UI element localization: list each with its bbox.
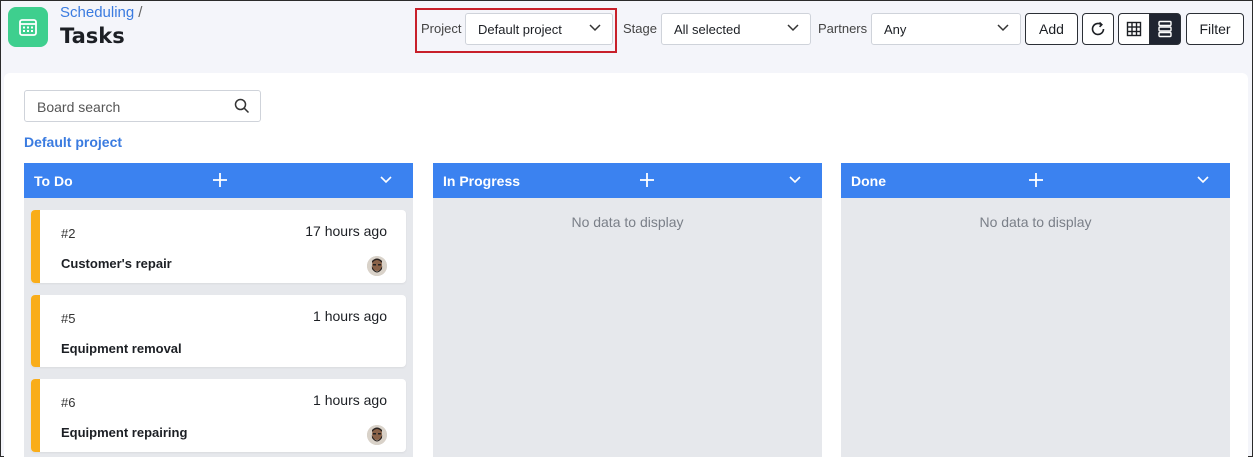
stage-select[interactable]: All selected <box>661 13 811 45</box>
column-title: Done <box>851 173 886 189</box>
project-select-value: Default project <box>478 22 562 37</box>
project-select[interactable]: Default project <box>465 13 613 45</box>
chevron-down-icon <box>787 24 799 32</box>
board-search-placeholder: Board search <box>37 99 121 115</box>
card-stripe <box>31 379 40 452</box>
stage-select-value: All selected <box>674 22 741 37</box>
breadcrumb-link-scheduling[interactable]: Scheduling <box>60 4 134 21</box>
task-name: Customer's repair <box>61 256 172 271</box>
stage-label: Stage <box>623 21 657 36</box>
task-card[interactable]: #6 1 hours ago Equipment repairing <box>31 379 406 452</box>
chevron-down-icon[interactable] <box>788 175 802 185</box>
column-todo: To Do #2 17 hours ago Customer's repair … <box>24 163 413 457</box>
avatar <box>367 425 387 445</box>
breadcrumb-separator: / <box>138 4 143 21</box>
task-number: #6 <box>61 395 76 410</box>
partners-label: Partners <box>818 21 868 36</box>
add-task-icon[interactable] <box>1027 171 1045 189</box>
list-view-button[interactable] <box>1149 13 1181 45</box>
chevron-down-icon <box>997 24 1009 32</box>
project-name-link[interactable]: Default project <box>24 134 122 150</box>
column-title: In Progress <box>443 173 521 189</box>
filter-button[interactable]: Filter <box>1186 13 1244 45</box>
add-button[interactable]: Add <box>1025 13 1078 45</box>
task-number: #5 <box>61 311 76 326</box>
refresh-icon <box>1091 21 1105 36</box>
column-header: In Progress <box>433 163 822 198</box>
chevron-down-icon[interactable] <box>379 175 393 185</box>
task-time: 1 hours ago <box>313 392 387 408</box>
chevron-down-icon <box>589 24 601 32</box>
page-title: Tasks <box>60 24 125 48</box>
task-name: Equipment repairing <box>61 425 188 440</box>
grid-view-icon <box>1126 21 1142 37</box>
column-in-progress: In Progress No data to display <box>433 163 822 457</box>
column-header: To Do <box>24 163 413 198</box>
column-title: To Do <box>34 173 73 189</box>
task-time: 1 hours ago <box>313 308 387 324</box>
task-name: Equipment removal <box>61 341 182 356</box>
card-stripe <box>31 210 40 283</box>
task-number: #2 <box>61 226 76 241</box>
calendar-icon <box>8 7 48 47</box>
add-task-icon[interactable] <box>638 171 656 189</box>
board-search-input[interactable]: Board search <box>24 90 261 122</box>
breadcrumb: Scheduling / <box>60 4 142 21</box>
empty-state-text: No data to display <box>571 214 684 230</box>
list-view-icon <box>1158 20 1172 38</box>
avatar <box>367 256 387 276</box>
task-card[interactable]: #5 1 hours ago Equipment removal <box>31 295 406 367</box>
partners-select-value: Any <box>884 22 907 37</box>
card-stripe <box>31 295 40 367</box>
chevron-down-icon[interactable] <box>1196 175 1210 185</box>
search-icon[interactable] <box>233 97 251 115</box>
grid-view-button[interactable] <box>1118 13 1150 45</box>
task-card[interactable]: #2 17 hours ago Customer's repair <box>31 210 406 283</box>
partners-select[interactable]: Any <box>871 13 1021 45</box>
column-header: Done <box>841 163 1230 198</box>
add-task-icon[interactable] <box>211 171 229 189</box>
refresh-button[interactable] <box>1082 13 1114 45</box>
column-done: Done No data to display <box>841 163 1230 457</box>
empty-state-text: No data to display <box>979 214 1092 230</box>
task-time: 17 hours ago <box>305 223 387 239</box>
project-label: Project <box>421 21 462 36</box>
